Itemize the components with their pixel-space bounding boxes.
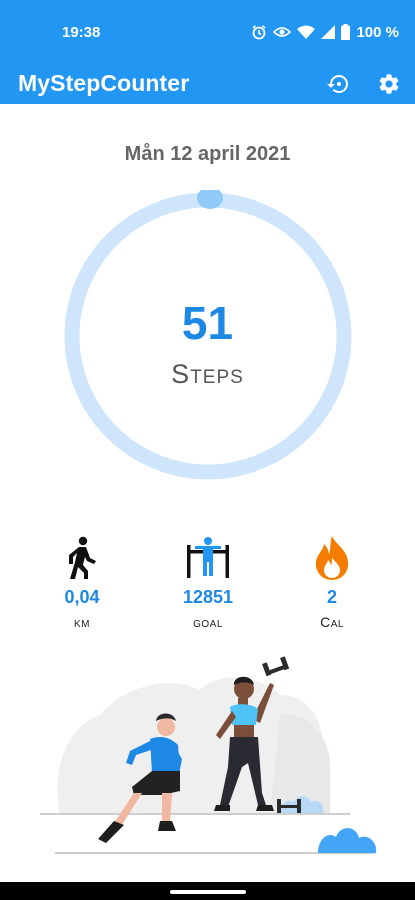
wifi-icon xyxy=(297,25,316,39)
app-bar: MyStepCounter xyxy=(0,64,415,104)
fitness-illustration xyxy=(30,655,385,870)
battery-percent: 100 % xyxy=(356,23,399,41)
stat-calories: 2 Cal xyxy=(272,533,392,630)
status-icons: 100 % xyxy=(251,22,399,42)
current-date: Mån 12 april 2021 xyxy=(124,143,291,165)
stat-goal: 12851 goal xyxy=(148,533,268,630)
settings-gear-icon xyxy=(379,74,399,94)
stat-goal-label: goal xyxy=(193,614,223,630)
flame-icon xyxy=(272,533,392,583)
home-gesture-handle[interactable] xyxy=(170,890,246,894)
steps-count: 51 xyxy=(181,297,234,349)
stat-goal-value: 12851 xyxy=(182,587,234,607)
history-icon xyxy=(327,75,348,93)
battery-icon xyxy=(341,24,351,40)
background-blobs xyxy=(57,677,330,815)
stat-distance-value: 0,04 xyxy=(64,587,100,607)
stat-calories-value: 2 xyxy=(326,587,337,607)
stat-calories-label: Cal xyxy=(320,614,344,630)
status-time: 19:38 xyxy=(62,24,101,41)
signal-icon xyxy=(321,25,336,39)
status-bar: 19:38 100 % xyxy=(0,0,415,64)
app-title: MyStepCounter xyxy=(18,70,190,96)
alarm-icon xyxy=(251,24,267,40)
history-button[interactable] xyxy=(322,68,354,100)
stat-distance: 0,04 km xyxy=(22,533,142,630)
walking-person-icon xyxy=(22,533,142,583)
stat-distance-label: km xyxy=(74,614,90,630)
settings-button[interactable] xyxy=(373,68,405,100)
steps-label: Steps xyxy=(171,359,244,389)
eye-icon xyxy=(273,25,292,39)
goal-finish-line-icon xyxy=(148,533,268,583)
